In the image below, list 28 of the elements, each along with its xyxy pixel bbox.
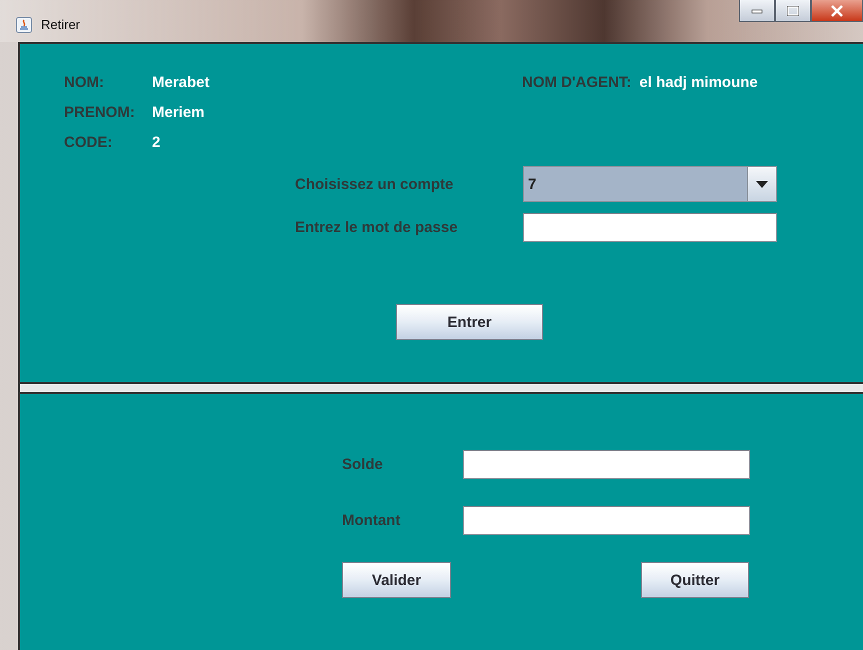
dropdown-arrow-icon: [756, 180, 768, 188]
field-label: NOM:: [64, 74, 105, 91]
maximize-button[interactable]: [775, 0, 811, 22]
field-value: 2: [152, 134, 160, 151]
maximize-icon: [787, 6, 799, 16]
minimize-button[interactable]: [739, 0, 775, 22]
app-icon: [16, 17, 32, 33]
close-icon: [830, 4, 844, 16]
account-dropdown[interactable]: 7: [523, 166, 777, 202]
agent-label: NOM D'AGENT:: [522, 74, 632, 92]
quit-button[interactable]: Quitter: [641, 562, 749, 598]
field-label: CODE:: [64, 134, 114, 151]
field-value: Merabet: [152, 74, 210, 91]
balance-field[interactable]: [463, 450, 750, 479]
amount-label: Montant: [342, 512, 402, 529]
account-label: Choisissez un compte: [295, 176, 454, 192]
password-label: Entrez le mot de passe: [295, 219, 459, 236]
password-field[interactable]: [523, 213, 777, 242]
agent-name: el hadj mimoune: [639, 74, 758, 92]
minimize-icon: [751, 8, 763, 14]
field-value: Meriem: [152, 104, 205, 121]
enter-button[interactable]: Entrer: [396, 304, 543, 340]
window-title: Retirer: [41, 17, 80, 32]
balance-label: Solde: [342, 456, 384, 473]
close-button[interactable]: [811, 0, 863, 22]
validate-button[interactable]: Valider: [342, 562, 451, 598]
field-label: PRENOM:: [64, 104, 136, 121]
amount-field[interactable]: [463, 506, 750, 535]
